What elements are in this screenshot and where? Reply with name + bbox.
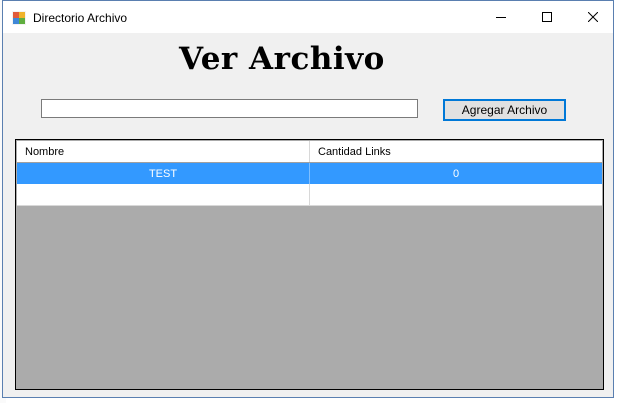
cell-cantidad-links[interactable]: 0 <box>310 163 602 184</box>
minimize-button[interactable] <box>478 1 524 33</box>
page-heading: Ver Archivo <box>179 41 385 77</box>
column-header-nombre[interactable]: Nombre <box>17 141 310 162</box>
column-header-cantidad-links[interactable]: Cantidad Links <box>310 141 602 162</box>
file-path-input[interactable] <box>41 99 418 118</box>
close-button[interactable] <box>570 1 616 33</box>
new-row[interactable] <box>17 184 602 206</box>
new-row-cell-nombre[interactable] <box>17 184 310 205</box>
app-icon <box>12 11 26 25</box>
title-bar[interactable]: Directorio Archivo <box>3 1 613 33</box>
app-window: Directorio Archivo Ver Archivo Agregar A… <box>2 0 614 398</box>
files-grid[interactable]: Nombre Cantidad Links TEST 0 <box>15 139 604 390</box>
close-icon <box>588 12 598 22</box>
window-title: Directorio Archivo <box>33 11 128 25</box>
grid-header: Nombre Cantidad Links <box>17 141 602 163</box>
table-row[interactable]: TEST 0 <box>17 163 602 184</box>
maximize-button[interactable] <box>524 1 570 33</box>
maximize-icon <box>542 12 552 22</box>
new-row-cell-cantidad-links[interactable] <box>310 184 602 205</box>
add-file-button[interactable]: Agregar Archivo <box>443 99 566 121</box>
minimize-icon <box>496 17 506 18</box>
cell-nombre[interactable]: TEST <box>17 163 310 184</box>
